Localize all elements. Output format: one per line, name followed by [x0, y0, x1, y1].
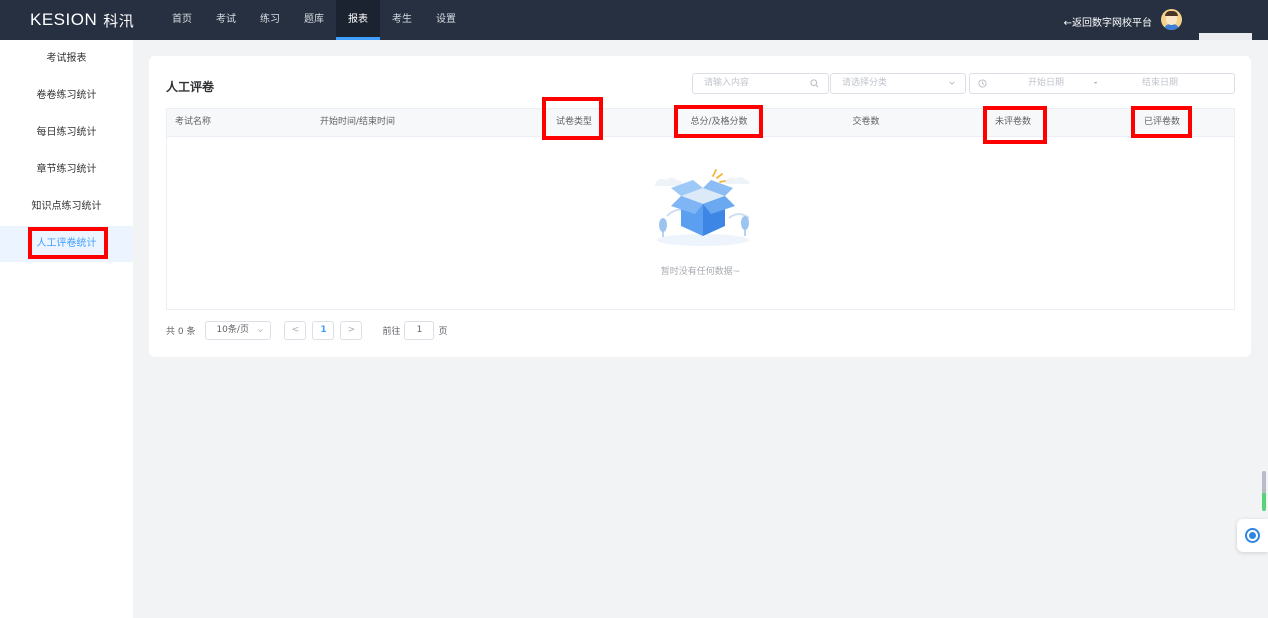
sidebar: 考试报表 卷卷练习统计 每日练习统计 章节练习统计 知识点练习统计 人工评卷统计 — [0, 40, 133, 618]
sidebar-item-manual-grading-stats[interactable]: 人工评卷统计 — [0, 226, 133, 262]
column-header-paper-type[interactable]: 试卷类型 — [556, 109, 592, 136]
page-size-value: 10条/页 — [216, 325, 249, 335]
sidebar-item-daily-practice-stats[interactable]: 每日练习统计 — [0, 115, 133, 151]
page-unit-label: 页 — [438, 327, 448, 337]
avatar[interactable] — [1161, 9, 1182, 30]
goto-page-input[interactable]: 1 — [404, 321, 435, 340]
category-select[interactable]: 请选择分类 — [830, 73, 966, 94]
logo-text: KESION — [30, 10, 98, 29]
nav-item-exam[interactable]: 考试 — [204, 0, 248, 40]
nav-item-settings[interactable]: 设置 — [424, 0, 468, 40]
top-right-tab — [1199, 33, 1252, 40]
range-separator: - — [1094, 78, 1098, 88]
support-icon-dot — [1249, 532, 1256, 539]
table-header: 考试名称 开始时间/结束时间 试卷类型 总分/及格分数 交卷数 未评卷数 已评卷… — [167, 109, 1234, 137]
search-placeholder: 请输入内容 — [704, 78, 750, 88]
logo-cn-text: 科汛 — [103, 11, 135, 30]
main-card: 人工评卷 请输入内容 请选择分类 开始日期 - 结束日期 考试名称 开始时间/结… — [149, 56, 1251, 357]
sidebar-item-knowledge-practice-stats[interactable]: 知识点练习统计 — [0, 189, 133, 225]
nav-item-reports[interactable]: 报表 — [336, 0, 380, 40]
nav-item-students[interactable]: 考生 — [380, 0, 424, 40]
scrollbar-indicator[interactable] — [1262, 471, 1266, 511]
top-navbar: KESION 科汛 首页 考试 练习 题库 报表 考生 设置 ←返回数字网校平台 — [0, 0, 1268, 40]
sidebar-item-chapter-practice-stats[interactable]: 章节练习统计 — [0, 152, 133, 188]
chevron-left-icon: < — [291, 325, 300, 335]
search-icon[interactable] — [810, 74, 819, 95]
page-number-current[interactable]: 1 — [312, 321, 335, 340]
empty-text: 暂时没有任何数据~ — [660, 267, 741, 277]
nav-item-home[interactable]: 首页 — [160, 0, 204, 40]
next-page-button[interactable]: > — [340, 321, 363, 340]
page-jumper: 前往 1 页 — [382, 321, 447, 340]
nav-item-question-bank[interactable]: 题库 — [292, 0, 336, 40]
clock-icon — [978, 74, 987, 95]
empty-box-illustration — [641, 164, 766, 250]
end-date-input[interactable]: 结束日期 — [1135, 74, 1185, 93]
category-placeholder: 请选择分类 — [842, 78, 888, 88]
column-header-ungraded-count[interactable]: 未评卷数 — [995, 109, 1031, 136]
main-nav: 首页 考试 练习 题库 报表 考生 设置 — [160, 0, 468, 40]
sidebar-item-paper-practice-stats[interactable]: 卷卷练习统计 — [0, 78, 133, 114]
chevron-down-icon — [948, 74, 956, 95]
pagination: 共 0 条 10条/页 < 1 > 前往 1 页 — [166, 321, 447, 340]
grading-table: 考试名称 开始时间/结束时间 试卷类型 总分/及格分数 交卷数 未评卷数 已评卷… — [166, 108, 1235, 310]
prev-page-button[interactable]: < — [284, 321, 307, 340]
search-input[interactable]: 请输入内容 — [692, 73, 829, 94]
page-title: 人工评卷 — [166, 80, 215, 94]
chevron-right-icon: > — [347, 325, 356, 335]
back-to-platform-link[interactable]: ←返回数字网校平台 — [1064, 14, 1152, 29]
pagination-total: 共 0 条 — [166, 327, 196, 337]
table-empty-state: 暂时没有任何数据~ — [167, 137, 1234, 309]
support-float-button[interactable] — [1237, 519, 1268, 552]
logo[interactable]: KESION 科汛 — [30, 9, 134, 31]
date-range-picker[interactable]: 开始日期 - 结束日期 — [969, 73, 1235, 94]
page-size-select[interactable]: 10条/页 — [205, 321, 272, 340]
avatar-hair — [1165, 11, 1178, 16]
chevron-down-icon — [257, 322, 264, 340]
nav-item-practice[interactable]: 练习 — [248, 0, 292, 40]
column-header-exam-name[interactable]: 考试名称 — [175, 109, 211, 136]
goto-label: 前往 — [382, 327, 401, 337]
start-date-input[interactable]: 开始日期 — [1021, 74, 1071, 93]
column-header-time[interactable]: 开始时间/结束时间 — [320, 109, 395, 136]
column-header-total-pass-score[interactable]: 总分/及格分数 — [690, 109, 747, 136]
sidebar-item-exam-report[interactable]: 考试报表 — [0, 41, 133, 77]
column-header-graded-count[interactable]: 已评卷数 — [1144, 109, 1180, 136]
column-header-submitted-count[interactable]: 交卷数 — [852, 109, 879, 136]
